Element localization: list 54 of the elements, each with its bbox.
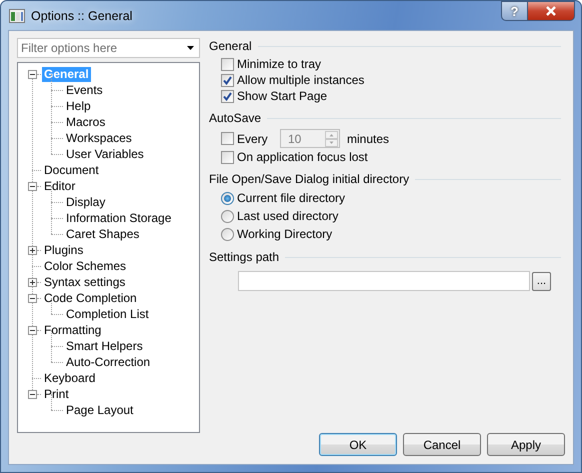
tree-item[interactable]: Completion List <box>64 306 151 322</box>
collapse-icon[interactable] <box>28 294 37 302</box>
radio-circle[interactable] <box>221 192 234 204</box>
collapse-icon[interactable] <box>28 390 37 398</box>
filter-combo[interactable]: Filter options here <box>17 38 200 58</box>
tree-item[interactable]: Editor <box>42 178 78 194</box>
radio-circle[interactable] <box>221 228 234 240</box>
section-heading: Settings path <box>209 250 280 264</box>
collapse-icon[interactable] <box>28 70 37 78</box>
tree-item[interactable]: Workspaces <box>64 130 134 146</box>
section-heading: General <box>209 39 252 53</box>
collapse-icon[interactable] <box>28 182 37 190</box>
radio-button[interactable]: Current file directory <box>221 191 346 205</box>
dialog-button[interactable]: Apply <box>487 433 565 456</box>
tree-item[interactable]: Help <box>64 98 93 114</box>
dialog-button[interactable]: OK <box>319 433 397 456</box>
section-heading: AutoSave <box>209 111 262 125</box>
tree-item[interactable]: Caret Shapes <box>64 226 142 242</box>
tree-item[interactable]: Document <box>42 162 101 178</box>
radio-button[interactable]: Working Directory <box>221 227 332 241</box>
browse-button[interactable]: ... <box>532 272 551 290</box>
checkbox[interactable]: Show Start Page <box>221 89 328 103</box>
unit-label: minutes <box>347 132 390 146</box>
tree-item[interactable]: Information Storage <box>64 210 174 226</box>
tree-item[interactable]: Keyboard <box>42 370 98 386</box>
tree-item[interactable]: User Variables <box>64 146 146 162</box>
checkbox[interactable]: Minimize to tray <box>221 57 322 71</box>
checkbox[interactable]: Allow multiple instances <box>221 73 364 87</box>
radio-button[interactable]: Last used directory <box>221 209 338 223</box>
checkbox[interactable]: On application focus lost <box>221 150 368 164</box>
section-heading: File Open/Save Dialog initial directory <box>209 172 410 186</box>
dialog-button[interactable]: Cancel <box>403 433 481 456</box>
window-app-icon <box>9 8 25 22</box>
window-title: Options :: General <box>31 8 134 22</box>
expand-icon[interactable] <box>28 246 37 254</box>
close-icon <box>545 6 557 16</box>
tree-item[interactable]: Formatting <box>42 322 104 338</box>
radio-circle[interactable] <box>221 210 234 222</box>
tree-item[interactable]: Page Layout <box>64 402 136 418</box>
tree-item[interactable]: Events <box>64 82 105 98</box>
close-button[interactable] <box>528 1 575 21</box>
expand-icon[interactable] <box>28 278 37 286</box>
dropdown-arrow-icon <box>187 46 194 50</box>
tree-item[interactable]: Print <box>42 386 71 402</box>
tree-item[interactable]: Auto-Correction <box>64 354 152 370</box>
tree-item[interactable]: Color Schemes <box>42 258 128 274</box>
tree-item[interactable]: Smart Helpers <box>64 338 145 354</box>
settings-path-field[interactable] <box>238 271 530 291</box>
tree-item[interactable]: Syntax settings <box>42 274 128 290</box>
tree-item[interactable]: Macros <box>64 114 108 130</box>
tree-item[interactable]: Display <box>64 194 108 210</box>
tree-item[interactable]: Plugins <box>42 242 86 258</box>
collapse-icon[interactable] <box>28 326 37 334</box>
tree-item[interactable]: Code Completion <box>42 290 139 306</box>
